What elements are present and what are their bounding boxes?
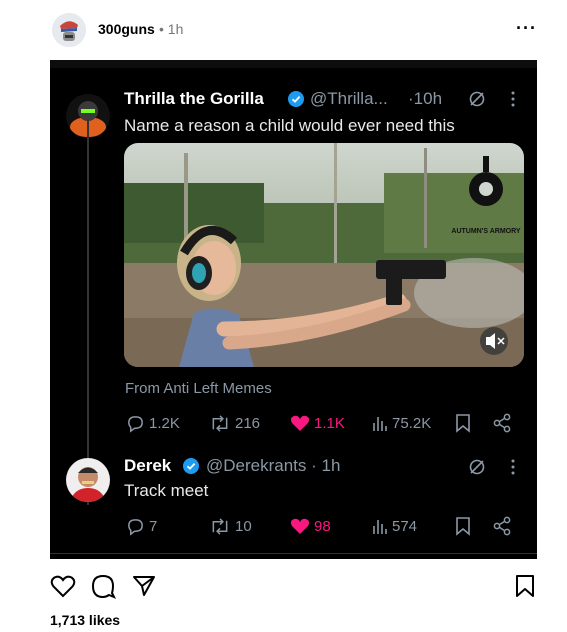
repost-button[interactable]: 216 — [209, 414, 260, 433]
verified-icon — [288, 91, 304, 112]
avatar[interactable] — [52, 13, 86, 47]
username[interactable]: 300guns — [98, 21, 155, 37]
tweet-handle[interactable]: @Thrilla... — [310, 89, 388, 109]
reply-author[interactable]: Derek — [124, 456, 171, 476]
watermark-text: AUTUMN'S ARMORY — [451, 228, 521, 235]
cropped-top-edge — [50, 60, 537, 68]
ig-save-icon[interactable] — [514, 574, 536, 603]
reply-button[interactable]: 1.2K — [126, 414, 180, 433]
like-button[interactable]: 1.1K — [290, 414, 345, 432]
heart-icon — [290, 415, 310, 431]
repost-icon — [212, 415, 228, 432]
tweet-text: Name a reason a child would ever need th… — [124, 116, 455, 135]
post-media: Thrilla the Gorilla @Thrilla... ·10h Nam… — [50, 60, 537, 559]
like-button[interactable]: 98 — [290, 517, 331, 535]
likes-count[interactable]: 1,713 likes — [50, 612, 120, 628]
tweet-author[interactable]: Thrilla the Gorilla — [124, 89, 264, 109]
bookmark-icon[interactable] — [455, 413, 471, 438]
share-icon[interactable] — [493, 516, 511, 541]
post-actions — [0, 568, 567, 604]
reply-text: Track meet — [124, 481, 209, 500]
reply-icon — [128, 519, 143, 536]
post-time: • 1h — [159, 21, 184, 37]
views-icon — [373, 520, 387, 534]
thread-line — [87, 120, 89, 505]
more-icon[interactable] — [510, 458, 516, 481]
verified-icon — [183, 458, 199, 479]
bookmark-icon[interactable] — [455, 516, 471, 541]
divider — [50, 553, 537, 554]
views-button[interactable]: 574 — [372, 517, 417, 535]
reply-icon — [128, 416, 143, 433]
reply-handle[interactable]: @Derekrants · 1h — [206, 456, 340, 476]
repost-button[interactable]: 10 — [209, 517, 252, 536]
grok-icon[interactable] — [468, 90, 486, 113]
tweet-time: ·10h — [408, 89, 443, 108]
heart-icon — [290, 518, 310, 534]
reply-avatar[interactable] — [66, 458, 110, 502]
repost-icon — [212, 518, 228, 535]
grok-icon[interactable] — [468, 458, 486, 481]
views-icon — [373, 417, 387, 431]
reply-button[interactable]: 7 — [126, 517, 157, 536]
post-header: 300guns • 1h ··· — [0, 0, 567, 60]
ig-send-icon[interactable] — [132, 574, 156, 603]
views-button[interactable]: 75.2K — [372, 414, 431, 432]
more-icon[interactable]: ··· — [516, 18, 537, 39]
ig-heart-icon[interactable] — [50, 574, 76, 603]
source-label[interactable]: From Anti Left Memes — [125, 380, 272, 397]
ig-comment-icon[interactable] — [90, 573, 117, 604]
tweet-video[interactable]: AUTUMN'S ARMORY — [124, 143, 524, 367]
share-icon[interactable] — [493, 413, 511, 438]
more-icon[interactable] — [510, 90, 516, 113]
